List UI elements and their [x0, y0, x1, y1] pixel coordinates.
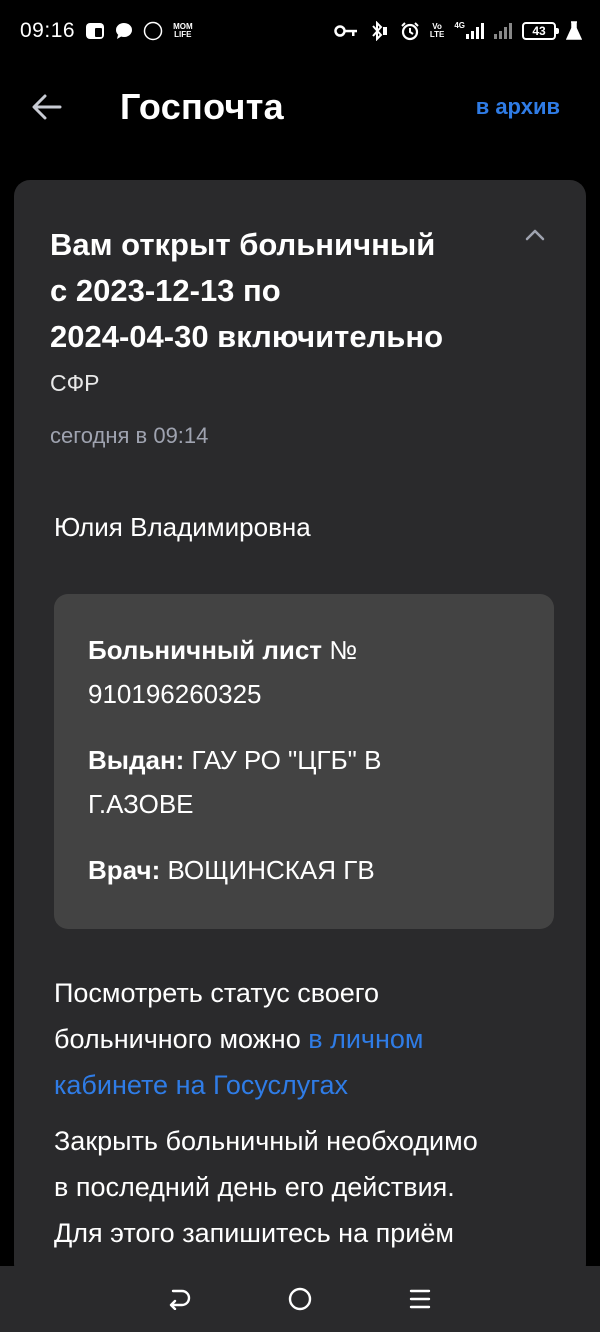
sick-leave-number: 910196260325	[88, 679, 262, 709]
archive-button[interactable]: в архив	[476, 94, 560, 120]
message-sender: СФР	[50, 370, 100, 396]
nav-menu-icon	[409, 1289, 431, 1309]
notification-circle-icon	[143, 21, 163, 41]
sick-leave-info-box: Больничный лист № 910196260325 Выдан: ГА…	[54, 594, 554, 929]
nav-back-icon	[169, 1289, 191, 1310]
message-title-line: с 2023-12-13 по	[50, 273, 281, 308]
flask-icon	[566, 21, 582, 41]
chat-bubble-icon	[115, 22, 133, 40]
doctor-label: Врач:	[88, 855, 161, 885]
chevron-up-icon	[525, 229, 545, 241]
sick-leave-label: Больничный лист	[88, 635, 323, 665]
message-title: Вам открыт больничный с 2023-12-13 по 20…	[50, 222, 490, 360]
status-bar: 09:16 MOM LIFE Vo LTE 4G 43	[0, 0, 600, 62]
gosuslugi-link[interactable]: кабинете на Госуслугах	[54, 1070, 348, 1100]
doctor-line: Врач: ВОЩИНСКАЯ ГВ	[88, 848, 528, 892]
signal-weak-icon	[494, 23, 512, 39]
issued-line: Выдан: ГАУ РО "ЦГБ" В Г.АЗОВЕ	[88, 738, 528, 826]
status-bar-left: 09:16 MOM LIFE	[20, 19, 193, 43]
close-text: Для этого запишитесь на приём	[54, 1218, 454, 1248]
status-bar-right: Vo LTE 4G 43	[334, 21, 582, 41]
message-time: сегодня в 09:14	[50, 423, 209, 448]
gosuslugi-link[interactable]: в личном	[308, 1024, 423, 1054]
doctor-value: ВОЩИНСКАЯ ГВ	[160, 855, 375, 885]
status-time: 09:16	[20, 19, 76, 42]
message-card: Вам открыт больничный с 2023-12-13 по 20…	[14, 180, 586, 1280]
nav-back-button[interactable]	[160, 1279, 200, 1319]
issued-value-cont: Г.АЗОВЕ	[88, 789, 194, 819]
nav-home-button[interactable]	[280, 1279, 320, 1319]
close-instructions-paragraph: Закрыть больничный необходимо в последни…	[54, 1118, 554, 1256]
mom-life-icon: MOM LIFE	[173, 23, 193, 39]
volte-icon: Vo LTE	[430, 23, 445, 39]
status-paragraph: Посмотреть статус своего больничного мож…	[54, 970, 554, 1108]
network-type: 4G	[454, 21, 465, 30]
battery-level: 43	[532, 24, 546, 38]
collapse-button[interactable]	[520, 220, 550, 250]
volte-bottom: LTE	[429, 30, 445, 39]
life-text: LIFE	[174, 30, 192, 39]
sick-leave-number-line: Больничный лист № 910196260325	[88, 628, 528, 716]
close-text: в последний день его действия.	[54, 1172, 455, 1202]
page-title: Госпочта	[120, 86, 284, 127]
system-nav-bar	[0, 1266, 600, 1332]
status-text: больничного можно	[54, 1024, 309, 1054]
status-text: Посмотреть статус своего	[54, 978, 380, 1008]
message-title-line: 2024-04-30 включительно	[50, 319, 444, 354]
arrow-left-icon	[32, 94, 62, 120]
notification-app-icon	[85, 22, 105, 40]
app-bar: Госпочта в архив	[0, 62, 600, 158]
issued-value: ГАУ РО "ЦГБ" В	[184, 745, 382, 775]
greeting: Юлия Владимировна	[54, 512, 311, 542]
alarm-icon	[400, 21, 420, 41]
nav-menu-button[interactable]	[400, 1279, 440, 1319]
number-sign: №	[322, 635, 358, 665]
close-text: Закрыть больничный необходимо	[54, 1126, 478, 1156]
nav-home-icon	[288, 1287, 312, 1311]
key-icon	[334, 24, 358, 38]
issued-label: Выдан:	[88, 745, 185, 775]
battery-icon: 43	[522, 22, 559, 40]
message-title-line: Вам открыт больничный	[50, 227, 436, 262]
signal-4g-icon: 4G	[454, 21, 484, 39]
bluetooth-vibrate-icon	[368, 21, 390, 41]
back-button[interactable]	[26, 86, 68, 128]
